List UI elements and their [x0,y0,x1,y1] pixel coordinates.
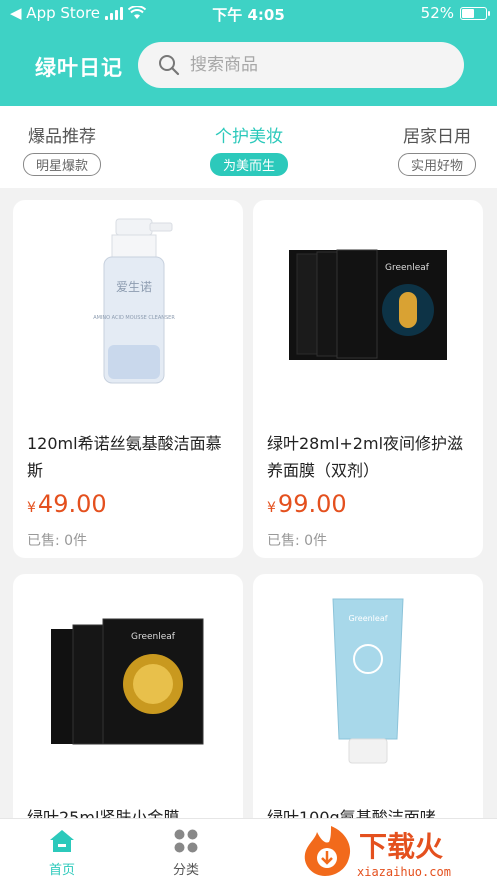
tabbar-item-category[interactable]: 分类 [146,827,226,878]
price-value: 99.00 [277,490,347,518]
tab-subtitle: 实用好物 [397,153,476,176]
tabbar-item-home[interactable]: 首页 [22,827,102,878]
product-sold: 已售: 0件 [267,533,328,549]
home-icon [22,827,102,855]
search-input[interactable] [190,55,430,75]
tab-title: 个护美妆 [215,127,283,147]
grid-icon [146,827,226,855]
search-icon [159,55,180,76]
price-currency: ¥ [27,500,36,516]
watermark-url: xiazaihuo.com [357,865,451,879]
watermark-text: 下载火 [359,830,443,863]
app-header: ◀ App Store 下午 4:05 52% 绿叶日记 [0,0,497,106]
product-price: ¥99.00 [267,490,347,518]
watermark: 下载火 xiazaihuo.com [291,818,491,883]
product-line-text: AMINO ACID MOUSSE CLEANSER [93,315,175,321]
product-sold: 已售: 0件 [27,533,88,549]
tabbar-label: 分类 [172,863,199,878]
product-image: Greenleaf [253,200,483,410]
tab-subtitle: 为美而生 [209,153,288,176]
battery-icon [460,6,490,20]
status-right: 52% [420,4,490,22]
tab-household[interactable]: 居家日用 实用好物 [377,122,497,176]
product-title: 120ml希诺丝氨基酸洁面慕斯 [27,434,222,480]
tab-title: 爆品推荐 [28,127,96,147]
tab-personal-care[interactable]: 个护美妆 为美而生 [189,122,309,176]
status-bar: ◀ App Store 下午 4:05 52% [0,0,497,28]
product-image: Greenleaf [253,574,483,784]
product-brand-text: Greenleaf [131,632,176,642]
price-value: 49.00 [37,490,107,518]
tab-subtitle: 明星爆款 [22,153,101,176]
tab-title: 居家日用 [403,127,471,147]
app-logo: 绿叶日记 [35,56,123,80]
price-currency: ¥ [267,500,276,516]
product-card[interactable]: 爱生诺 AMINO ACID MOUSSE CLEANSER 120ml希诺丝氨… [13,200,243,558]
product-image: Greenleaf [13,574,243,784]
battery-percent: 52% [420,4,454,22]
product-brand-text: Greenleaf [348,614,387,623]
product-price: ¥49.00 [27,490,107,518]
product-brand-text: Greenleaf [385,263,430,273]
product-card[interactable]: Greenleaf 绿叶28ml+2ml夜间修护滋养面膜（双剂） ¥99.00 … [253,200,483,558]
product-title: 绿叶28ml+2ml夜间修护滋养面膜（双剂） [267,434,464,480]
category-tabs: 爆品推荐 明星爆款 个护美妆 为美而生 居家日用 实用好物 [0,106,497,188]
tabbar-label: 首页 [48,863,75,878]
product-image: 爱生诺 AMINO ACID MOUSSE CLEANSER [13,200,243,410]
product-brand-text: 爱生诺 [116,280,152,294]
search-bar[interactable] [138,42,464,88]
tab-bestsellers[interactable]: 爆品推荐 明星爆款 [2,122,122,176]
